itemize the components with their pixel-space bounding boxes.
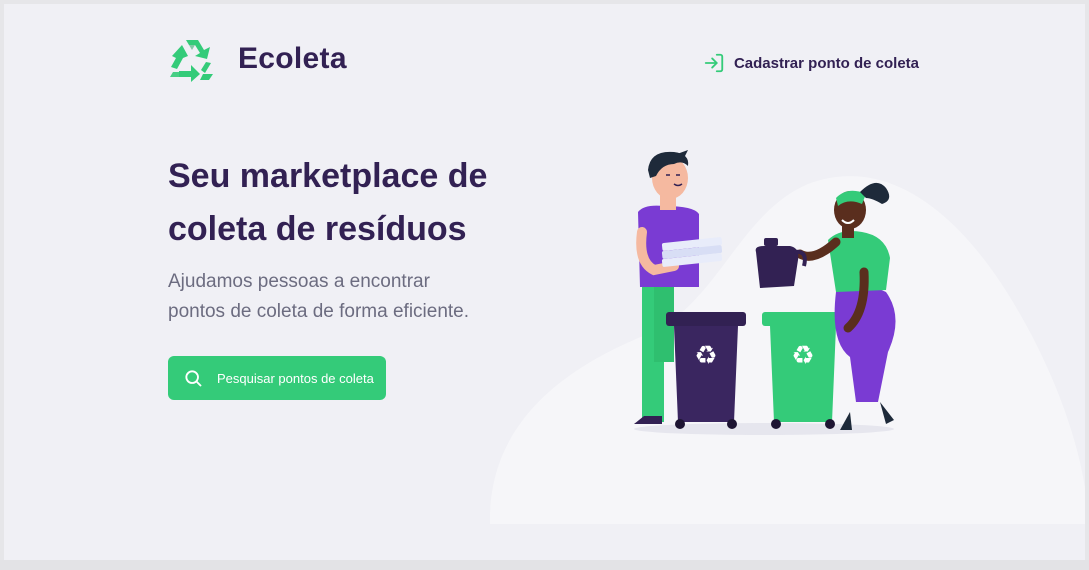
people-recycling-illustration: ♻ ♻ — [634, 150, 896, 435]
search-button-label: Pesquisar pontos de coleta — [217, 370, 374, 386]
hero-subtitle-line-1: Ajudamos pessoas a encontrar — [168, 271, 430, 292]
hero-title-line-2: coleta de resíduos — [168, 210, 467, 248]
register-collection-point-link[interactable]: Cadastrar ponto de coleta — [703, 52, 919, 74]
hero-title-line-1: Seu marketplace de — [168, 157, 488, 195]
register-link-label: Cadastrar ponto de coleta — [733, 54, 919, 72]
green-bin: ♻ — [762, 312, 844, 429]
search-icon — [185, 370, 202, 387]
hero-title: Seu marketplace de coleta de resíduos — [168, 150, 548, 256]
dark-bin: ♻ — [666, 312, 746, 429]
recycle-icon — [170, 40, 213, 82]
hero-subtitle-line-2: pontos de coleta de forma eficiente. — [168, 301, 470, 322]
hero-subtitle: Ajudamos pessoas a encontrar pontos de c… — [168, 267, 498, 327]
watering-can — [755, 238, 807, 288]
bottom-strip — [0, 560, 1089, 570]
top-bar: Ecoleta Cadastrar ponto de coleta — [167, 34, 919, 90]
log-in-icon — [704, 53, 724, 73]
svg-text:♻: ♻ — [694, 341, 717, 371]
search-collection-points-button[interactable]: Pesquisar pontos de coleta — [168, 356, 386, 400]
page-container: Ecoleta Cadastrar ponto de coleta Seu ma… — [4, 4, 1085, 560]
brand-name: Ecoleta — [238, 42, 347, 75]
logo[interactable]: Ecoleta — [167, 34, 347, 84]
svg-text:♻: ♻ — [791, 341, 814, 371]
